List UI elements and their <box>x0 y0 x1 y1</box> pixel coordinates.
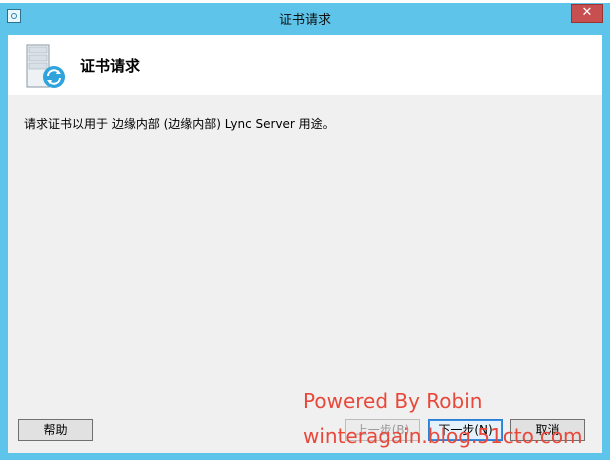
description-text: 请求证书以用于 边缘内部 (边缘内部) Lync Server 用途。 <box>24 117 335 131</box>
wizard-header: 证书请求 <box>8 35 602 95</box>
window-title: 证书请求 <box>278 13 331 28</box>
title-bar[interactable]: 证书请求 ✕ <box>0 3 610 31</box>
dialog-window: 证书请求 ✕ 证书请求 请求证书以用于 边缘内部 (边缘内部) Lync Ser… <box>0 3 610 460</box>
back-button[interactable]: 上一步(B) <box>345 419 420 441</box>
help-button[interactable]: 帮助 <box>18 419 93 441</box>
dialog-client-area: 证书请求 请求证书以用于 边缘内部 (边缘内部) Lync Server 用途。… <box>8 35 602 453</box>
server-certificate-icon <box>26 44 65 88</box>
cancel-button[interactable]: 取消 <box>510 419 585 441</box>
close-button[interactable]: ✕ <box>571 4 603 23</box>
next-button[interactable]: 下一步(N) <box>428 419 503 441</box>
page-title: 证书请求 <box>80 57 141 75</box>
